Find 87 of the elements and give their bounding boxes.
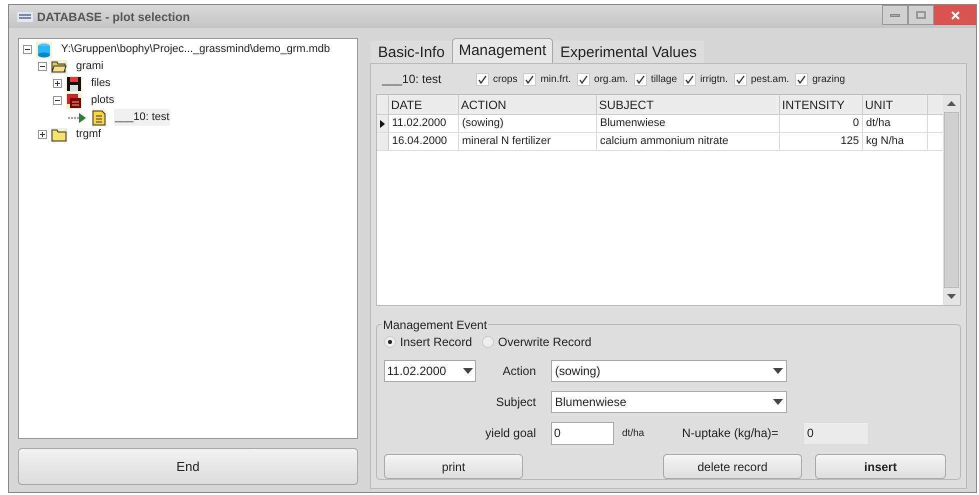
n-uptake-field[interactable]: 0: [803, 422, 869, 444]
app-logo-icon: [17, 12, 33, 22]
open-folder-icon: [51, 60, 67, 74]
checkbox[interactable]: [523, 72, 536, 86]
tab[interactable]: Basic-Info: [371, 41, 452, 63]
checkbox-label: org.am.: [594, 72, 628, 86]
field-label: yield goal: [484, 425, 537, 442]
tree-item[interactable]: plots: [90, 92, 116, 109]
action-button[interactable]: delete record: [663, 454, 802, 479]
radio-label: Overwrite Record: [498, 334, 592, 351]
date-dropdown[interactable]: 11.02.2000: [384, 360, 476, 382]
document-icon: [92, 110, 106, 126]
checkbox-label: pest.am.: [750, 72, 790, 86]
end-button[interactable]: End: [18, 448, 358, 485]
dropdown-caret-icon: [773, 399, 783, 405]
tree-item[interactable]: grami: [75, 58, 105, 75]
check-icon: [736, 74, 745, 84]
check-icon: [797, 74, 806, 84]
table-cell: 0: [780, 115, 863, 132]
table-cell: 125: [780, 133, 863, 150]
checkbox-label: crops: [493, 72, 518, 86]
check-icon: [478, 74, 487, 84]
table-cell: 11.02.2000: [389, 115, 459, 132]
row-indicator[interactable]: [377, 115, 389, 132]
scroll-up-icon[interactable]: [947, 101, 956, 106]
action-button[interactable]: print: [384, 454, 523, 479]
table-cell: dt/ha: [863, 115, 928, 132]
window-title: DATABASE - plot selection: [37, 8, 190, 26]
radio-button[interactable]: [482, 336, 494, 348]
current-row-icon: [380, 120, 385, 128]
checkbox[interactable]: [634, 72, 647, 86]
scrollbar[interactable]: [943, 95, 960, 305]
dropdown-caret-icon: [463, 368, 473, 374]
tree-item[interactable]: trgmf: [75, 126, 102, 143]
checkbox-label: min.frt.: [540, 72, 572, 86]
expand-icon[interactable]: [53, 79, 62, 88]
yield-goal-field[interactable]: 0: [551, 422, 614, 444]
subject-dropdown[interactable]: Blumenwiese: [551, 391, 787, 413]
checkbox[interactable]: [683, 72, 696, 86]
checkbox[interactable]: [795, 72, 808, 86]
checkbox-label: grazing: [812, 72, 846, 86]
checkbox[interactable]: [734, 72, 747, 86]
tree-item[interactable]: ___10: test: [114, 109, 170, 126]
checkbox[interactable]: [476, 72, 489, 86]
database-icon: [36, 42, 52, 58]
tab[interactable]: Experimental Values: [553, 41, 704, 63]
radio-label: Insert Record: [400, 334, 472, 351]
table-cell: (sowing): [459, 115, 597, 132]
arrow-icon: [68, 112, 88, 122]
check-icon: [685, 74, 694, 84]
field-label: Subject: [494, 394, 537, 411]
checkbox[interactable]: [577, 72, 590, 86]
checkbox-label: tillage: [650, 72, 678, 86]
plots-icon: [66, 92, 82, 108]
field-label: Action: [502, 363, 537, 380]
collapse-icon[interactable]: [53, 96, 62, 105]
table-cell: calcium ammonium nitrate: [597, 133, 780, 150]
action-button[interactable]: insert: [815, 454, 946, 479]
check-icon: [525, 74, 534, 84]
tree-item[interactable]: Y:\Gruppen\bophy\Projec..._grassmind\demo_grm.mdb: [60, 41, 332, 58]
table-cell: kg N/ha: [863, 133, 928, 150]
field-label: N-uptake (kg/ha)=: [682, 425, 780, 442]
column-header[interactable]: ACTION: [459, 95, 597, 114]
table-cell: Blumenwiese: [597, 115, 780, 132]
column-header[interactable]: INTENSITY: [780, 95, 863, 114]
table-cell: 16.04.2000: [389, 133, 459, 150]
checkbox-label: irrigtn.: [700, 72, 728, 86]
close-icon: [950, 10, 960, 20]
unit-label: dt/ha: [622, 426, 646, 440]
plot-label: ___10: test: [382, 71, 442, 88]
dropdown-caret-icon: [773, 368, 783, 374]
action-dropdown[interactable]: (sowing): [551, 360, 787, 382]
table-cell: mineral N fertilizer: [459, 133, 597, 150]
collapse-icon[interactable]: [23, 45, 32, 54]
radio-button[interactable]: [384, 336, 396, 348]
column-header[interactable]: DATE: [389, 95, 459, 114]
tree-item[interactable]: files: [90, 75, 112, 92]
column-header[interactable]: SUBJECT: [597, 95, 780, 114]
column-header[interactable]: UNIT: [863, 95, 928, 114]
expand-icon[interactable]: [38, 130, 47, 139]
folder-icon: [51, 128, 67, 142]
close-button[interactable]: [934, 5, 976, 25]
check-icon: [579, 74, 588, 84]
tab[interactable]: Management: [452, 38, 554, 63]
collapse-icon[interactable]: [38, 62, 47, 71]
check-icon: [636, 74, 645, 84]
scroll-down-icon[interactable]: [947, 294, 956, 299]
